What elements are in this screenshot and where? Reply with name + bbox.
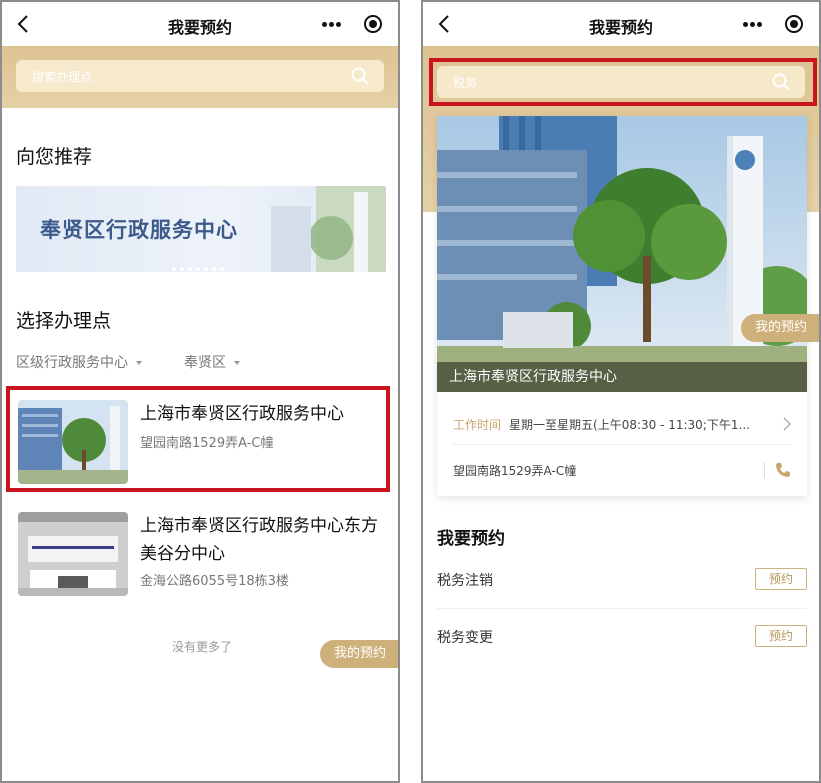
work-time-label: 工作时间 <box>453 418 502 432</box>
more-dots-icon[interactable] <box>743 22 763 28</box>
caret-down-icon <box>234 361 240 365</box>
target-icon[interactable] <box>785 15 803 33</box>
service-name: 税务变更 <box>437 630 493 646</box>
center-card: 上海市奉贤区行政服务中心 工作时间 星期一至星期五(上午08:30 - 11:30… <box>437 116 807 496</box>
right-phone-screen: 我要预约 税务 上海市奉贤区行政服务中心 工作时间 星期一至星期五(上午08:3… <box>421 0 821 783</box>
center-thumbnail <box>18 400 128 484</box>
center-name: 上海市奉贤区行政服务中心东方美谷分中心 <box>140 516 378 564</box>
center-item-dongfang[interactable]: 上海市奉贤区行政服务中心东方美谷分中心 金海公路6055号18栋3楼 <box>16 512 388 598</box>
caret-down-icon <box>136 361 142 365</box>
search-input[interactable]: 税务 <box>437 66 805 98</box>
chevron-right-icon <box>783 417 791 431</box>
select-title: 选择办理点 <box>16 310 112 332</box>
book-button[interactable]: 预约 <box>755 568 807 590</box>
service-name: 税务注销 <box>437 573 493 589</box>
center-address: 望园南路1529弄A-C幢 <box>140 436 274 451</box>
appointment-section-title: 我要预约 <box>437 529 505 549</box>
center-address: 金海公路6055号18栋3楼 <box>140 574 289 589</box>
divider <box>764 462 765 478</box>
photo-caption: 上海市奉贤区行政服务中心 <box>437 362 807 392</box>
search-icon[interactable] <box>350 66 370 86</box>
center-name: 上海市奉贤区行政服务中心 <box>140 404 344 424</box>
target-icon[interactable] <box>364 15 382 33</box>
work-time-value: 星期一至星期五(上午08:30 - 11:30;下午1... <box>509 418 750 432</box>
divider <box>453 444 791 445</box>
nav-bar: 我要预约 <box>423 2 819 46</box>
filter-level[interactable]: 区级行政服务中心 <box>16 352 142 372</box>
center-thumbnail <box>18 512 128 596</box>
search-placeholder: 搜索办理点 <box>32 70 93 84</box>
nav-bar: 我要预约 <box>2 2 398 46</box>
search-icon[interactable] <box>771 72 791 92</box>
address-row: 望园南路1529弄A-C幢 <box>453 462 791 479</box>
search-input[interactable]: 搜索办理点 <box>16 60 384 92</box>
my-appointments-button[interactable]: 我的预约 <box>320 640 398 668</box>
banner-text: 奉贤区行政服务中心 <box>40 218 238 242</box>
filter-district-label: 奉贤区 <box>184 355 226 371</box>
center-address: 望园南路1529弄A-C幢 <box>453 464 577 478</box>
center-item-fengxian[interactable]: 上海市奉贤区行政服务中心 望园南路1529弄A-C幢 <box>16 400 388 486</box>
left-phone-screen: 我要预约 搜索办理点 向您推荐 奉贤区行政服务中心 选择办理点 区级行政服务中心… <box>0 0 400 783</box>
recommend-banner[interactable]: 奉贤区行政服务中心 <box>16 186 386 272</box>
carousel-dots <box>172 256 228 271</box>
search-value: 税务 <box>453 76 478 90</box>
book-button[interactable]: 预约 <box>755 625 807 647</box>
work-time-row[interactable]: 工作时间 星期一至星期五(上午08:30 - 11:30;下午1... <box>453 416 791 433</box>
center-photo: 上海市奉贤区行政服务中心 <box>437 116 807 392</box>
service-row-tax-change: 税务变更 预约 <box>437 609 807 665</box>
more-dots-icon[interactable] <box>322 22 342 28</box>
recommend-title: 向您推荐 <box>16 146 93 168</box>
filter-district[interactable]: 奉贤区 <box>184 352 240 372</box>
my-appointments-button[interactable]: 我的预约 <box>741 314 819 342</box>
phone-icon[interactable] <box>775 462 791 478</box>
service-row-tax-cancel: 税务注销 预约 <box>437 552 807 608</box>
filter-level-label: 区级行政服务中心 <box>16 355 128 371</box>
